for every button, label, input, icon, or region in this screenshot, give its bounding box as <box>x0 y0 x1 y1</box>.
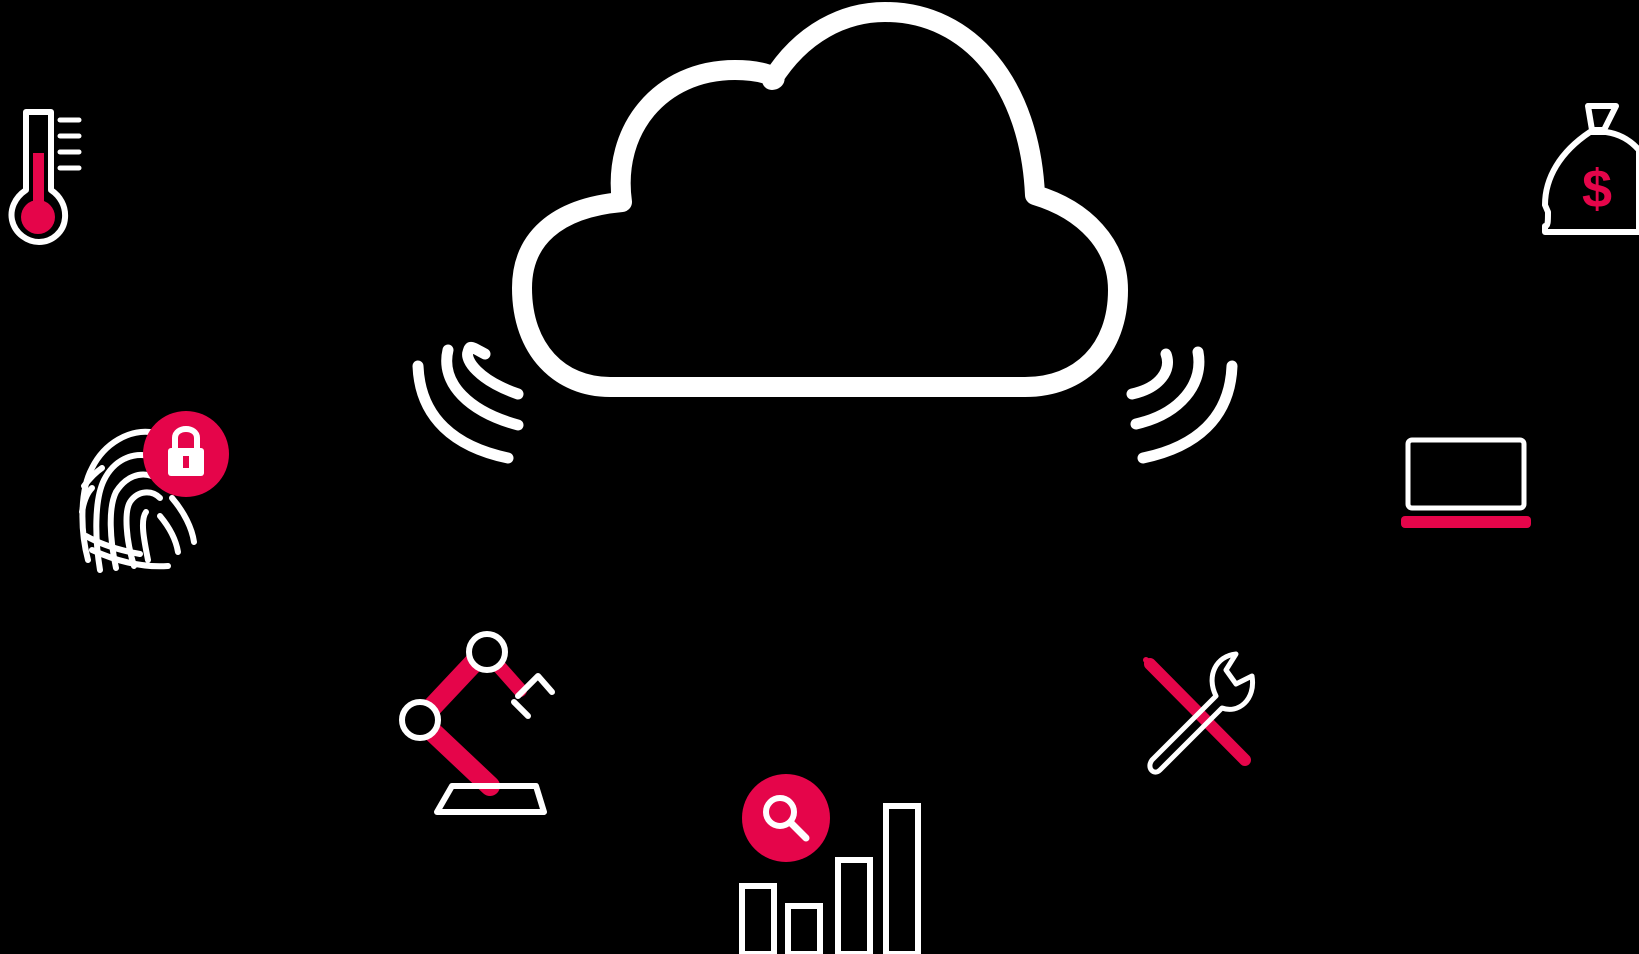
dollar-icon: $ <box>1582 159 1612 219</box>
lock-icon <box>143 411 229 497</box>
iot-cloud-illustration: $ <box>0 0 1639 954</box>
thermometer-level <box>33 153 44 205</box>
magnifier-icon <box>742 774 830 862</box>
